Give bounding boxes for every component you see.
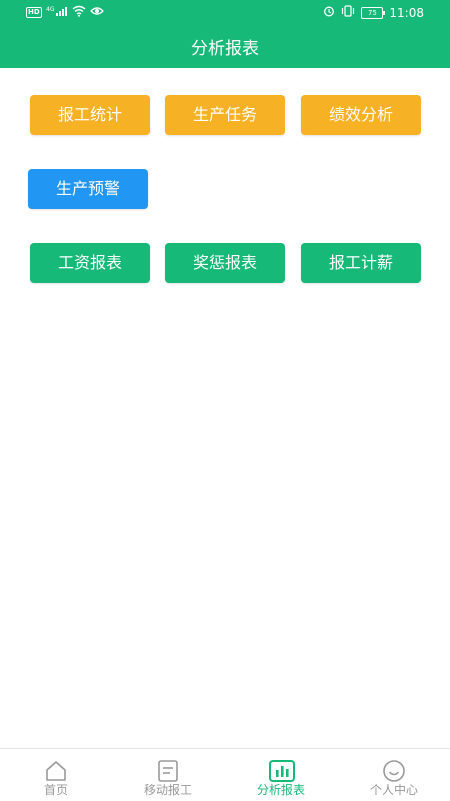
report-stats-button[interactable]: 报工统计 <box>30 95 150 135</box>
signal-icon: 4G <box>46 5 68 20</box>
eye-icon <box>89 5 104 20</box>
tab-label: 分析报表 <box>256 783 305 797</box>
performance-analysis-button[interactable]: 绩效分析 <box>301 95 421 135</box>
tab-profile[interactable]: 个人中心 <box>338 749 450 801</box>
status-time: 11:08 <box>389 5 424 20</box>
smile-icon <box>382 759 406 783</box>
alarm-icon <box>323 5 335 20</box>
home-icon <box>44 759 68 783</box>
battery-icon: 75 <box>361 6 386 19</box>
production-warning-button[interactable]: 生产预警 <box>28 169 148 209</box>
status-bar: HD 4G 75 11:08 <box>0 0 450 24</box>
tab-mobile-report[interactable]: 移动报工 <box>112 749 224 801</box>
reward-penalty-report-button[interactable]: 奖惩报表 <box>165 243 285 283</box>
svg-text:4G: 4G <box>46 6 55 13</box>
work-pay-button[interactable]: 报工计薪 <box>301 243 421 283</box>
vibrate-icon <box>341 5 355 20</box>
salary-report-button[interactable]: 工资报表 <box>30 243 150 283</box>
bottom-tab-bar: 首页 移动报工 分析报表 个人中心 <box>0 748 450 801</box>
tab-label: 首页 <box>43 783 68 797</box>
page-title: 分析报表 <box>191 39 259 59</box>
chart-icon <box>269 759 295 783</box>
tab-analysis-report[interactable]: 分析报表 <box>225 749 337 801</box>
tab-label: 移动报工 <box>143 783 192 797</box>
document-icon <box>156 759 180 783</box>
production-task-button[interactable]: 生产任务 <box>165 95 285 135</box>
tab-home[interactable]: 首页 <box>0 749 112 801</box>
wifi-icon <box>72 5 86 20</box>
header-bar: HD 4G 75 11:08 分析报表 <box>0 0 450 68</box>
hd-icon: HD <box>26 7 42 18</box>
tab-label: 个人中心 <box>369 783 418 797</box>
